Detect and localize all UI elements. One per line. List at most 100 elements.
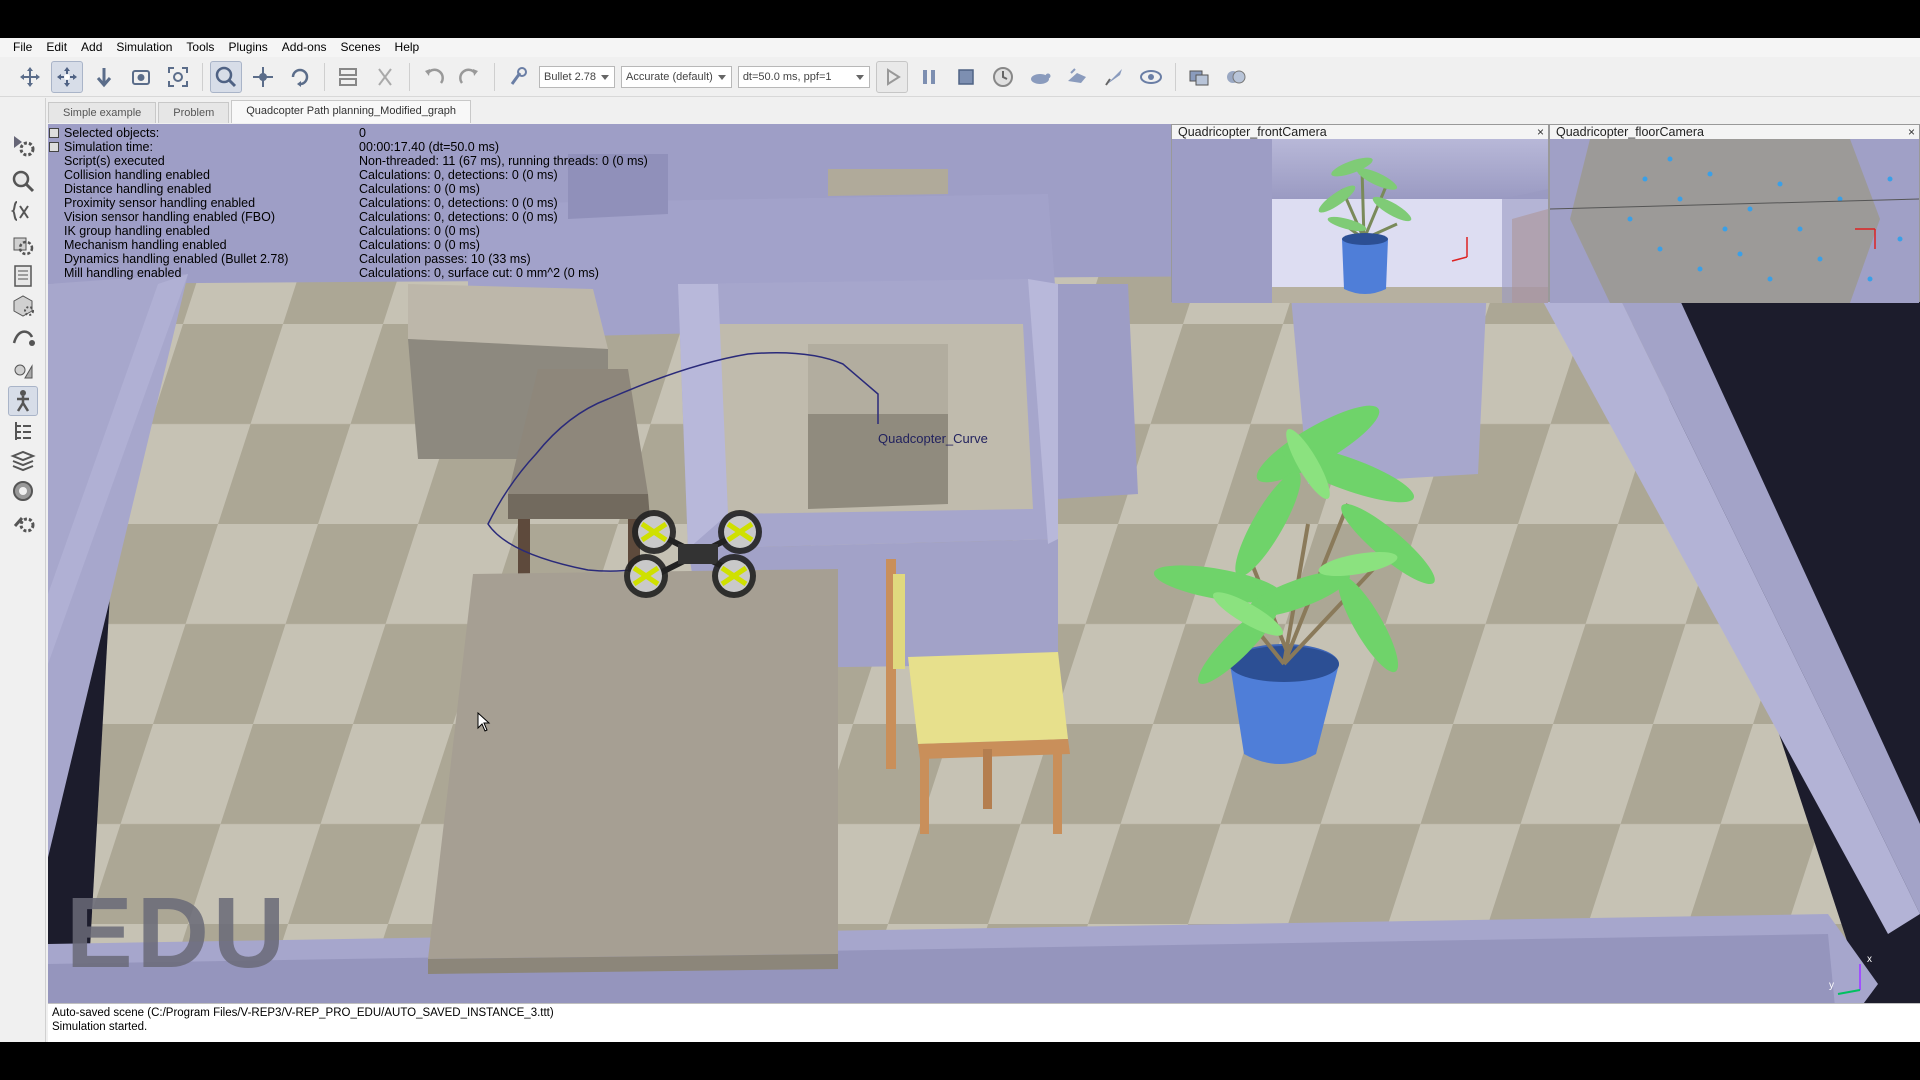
stop-icon[interactable] [950, 61, 982, 93]
search-icon[interactable] [8, 166, 38, 196]
info-value: Calculations: 0 (0 ms) [359, 224, 480, 238]
info-value: Non-threaded: 11 (67 ms), running thread… [359, 154, 648, 168]
thread-rendering-icon[interactable] [1098, 61, 1130, 93]
info-collapse-toggle[interactable] [49, 128, 59, 138]
curve-label: Quadcopter_Curve [878, 431, 988, 446]
menu-file[interactable]: File [6, 38, 39, 57]
scene-hierarchy-icon[interactable] [8, 386, 38, 416]
info-label: Distance handling enabled [64, 182, 212, 196]
floor-camera-view [1550, 139, 1919, 303]
info-value: 00:00:17.40 (dt=50.0 ms) [359, 140, 500, 154]
object-select-icon[interactable] [210, 60, 242, 93]
model-browser-icon[interactable] [8, 356, 38, 386]
info-value: Calculations: 0, detections: 0 (0 ms) [359, 210, 558, 224]
info-label: Selected objects: [64, 126, 160, 140]
menu-edit[interactable]: Edit [39, 38, 74, 57]
zoom-fit-icon[interactable] [162, 61, 194, 93]
front-camera-panel: Quadricopter_frontCamera × [1171, 124, 1549, 303]
calculation-modules-icon[interactable] [8, 196, 38, 226]
info-expand-toggle[interactable] [49, 142, 59, 152]
edu-watermark: EDU [66, 877, 290, 989]
info-value: Calculations: 0, detections: 0 (0 ms) [359, 168, 558, 182]
scene-tabs: Simple example Problem Quadcopter Path p… [48, 100, 473, 123]
letterbox-bottom [0, 1042, 1920, 1080]
real-time-icon[interactable] [987, 61, 1019, 93]
slow-down-icon[interactable] [1024, 61, 1056, 93]
shape-edit-icon[interactable] [8, 290, 38, 320]
scripts-icon[interactable] [8, 261, 38, 291]
collections-icon[interactable] [8, 230, 38, 260]
fit-view-icon[interactable] [125, 61, 157, 93]
large-box [428, 569, 838, 959]
status-line-autosave: Auto-saved scene (C:/Program Files/V-REP… [52, 1007, 554, 1019]
info-value: Calculations: 0 (0 ms) [359, 182, 480, 196]
assemble-icon[interactable] [332, 61, 364, 93]
shift-icon[interactable] [88, 61, 120, 93]
info-value: Calculation passes: 10 (33 ms) [359, 252, 531, 266]
status-line-simulation: Simulation started. [52, 1021, 148, 1033]
info-value: Calculations: 0, surface cut: 0 mm^2 (0 … [359, 266, 599, 280]
toolbar-separator [324, 62, 325, 91]
vrep-window: File Edit Add Simulation Tools Plugins A… [0, 38, 1920, 1042]
simulation-settings-icon[interactable] [8, 130, 38, 160]
info-label: Proximity sensor handling enabled [64, 196, 256, 210]
info-label: Simulation time: [64, 140, 153, 154]
info-label: IK group handling enabled [64, 224, 210, 238]
timestep-select[interactable]: dt=50.0 ms, ppf=1 [737, 65, 870, 88]
physics-engine-value: Bullet 2.78 [544, 70, 596, 83]
physics-engine-select[interactable]: Bullet 2.78 [539, 65, 615, 88]
menu-plugins[interactable]: Plugins [221, 38, 274, 57]
object-rotate-icon[interactable] [284, 61, 316, 93]
info-label: Mechanism handling enabled [64, 238, 227, 252]
accuracy-select[interactable]: Accurate (default) [620, 65, 732, 88]
menu-help[interactable]: Help [388, 38, 427, 57]
toolbar-separator [202, 62, 203, 91]
pause-icon[interactable] [913, 61, 945, 93]
menu-tools[interactable]: Tools [179, 38, 221, 57]
timestep-value: dt=50.0 ms, ppf=1 [742, 70, 832, 83]
speed-up-icon[interactable] [1061, 61, 1093, 93]
toolbar-separator [409, 62, 410, 91]
info-value: Calculations: 0, detections: 0 (0 ms) [359, 196, 558, 210]
menu-addons[interactable]: Add-ons [275, 38, 334, 57]
front-camera-view [1172, 139, 1548, 303]
floor-camera-close-button[interactable]: × [1908, 125, 1915, 139]
front-camera-close-button[interactable]: × [1537, 125, 1544, 139]
play-icon[interactable] [875, 60, 908, 93]
page-selector-icon[interactable] [1183, 61, 1215, 93]
menu-simulation[interactable]: Simulation [109, 38, 179, 57]
tab-quadcopter-path-planning[interactable]: Quadcopter Path planning_Modified_graph [231, 100, 471, 123]
info-label: Script(s) executed [64, 154, 165, 168]
transfer-dna-icon[interactable] [369, 61, 401, 93]
toolbar-separator [494, 62, 495, 91]
visualization-icon[interactable] [1135, 61, 1167, 93]
redo-icon[interactable] [454, 61, 486, 93]
dynamics-properties-icon[interactable] [8, 506, 38, 536]
front-camera-render [1172, 139, 1548, 303]
tab-simple-example[interactable]: Simple example [48, 102, 157, 123]
accuracy-value: Accurate (default) [625, 70, 713, 83]
object-shift-icon[interactable] [247, 61, 279, 93]
undo-icon[interactable] [417, 61, 449, 93]
floor-camera-title: Quadricopter_floorCamera [1556, 125, 1704, 139]
rotate-camera-icon[interactable] [51, 60, 83, 93]
layers-icon[interactable] [8, 446, 38, 476]
box-back-left [408, 284, 608, 349]
dynamics-settings-icon[interactable] [502, 61, 534, 93]
tab-problem[interactable]: Problem [158, 102, 230, 123]
menu-bar: File Edit Add Simulation Tools Plugins A… [0, 38, 1920, 57]
pan-icon[interactable] [14, 61, 46, 93]
menu-add[interactable]: Add [74, 38, 109, 57]
front-camera-title: Quadricopter_frontCamera [1178, 125, 1327, 139]
floor-camera-render [1550, 139, 1919, 303]
info-value: Calculations: 0 (0 ms) [359, 238, 480, 252]
info-label: Vision sensor handling enabled (FBO) [64, 210, 276, 224]
main-toolbar: Bullet 2.78 Accurate (default) dt=50.0 m… [0, 57, 1920, 97]
scene-viewport[interactable]: Selected objects: 0 Simulation time: 00:00:… [48, 124, 1920, 1038]
axis-x-label: x [1867, 954, 1872, 965]
object-list-icon[interactable] [8, 416, 38, 446]
scene-selector-icon[interactable] [1220, 61, 1252, 93]
user-settings-icon[interactable] [8, 476, 38, 506]
menu-scenes[interactable]: Scenes [334, 38, 388, 57]
path-edit-icon[interactable] [8, 321, 38, 351]
